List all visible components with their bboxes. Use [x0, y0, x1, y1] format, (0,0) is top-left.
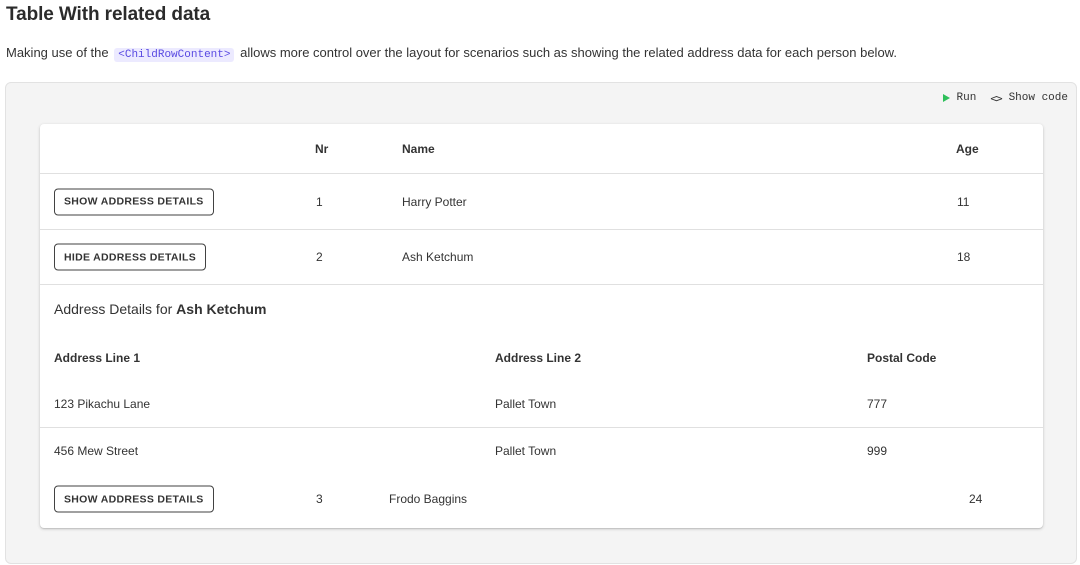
intro-code: <ChildRowContent> [114, 48, 235, 62]
cell-age: 24 [969, 492, 983, 506]
address-details-panel: Address Details for Ash Ketchum Address … [40, 285, 1043, 527]
show-address-details-button[interactable]: SHOW ADDRESS DETAILS [54, 485, 214, 513]
address-details-title: Address Details for Ash Ketchum [54, 301, 266, 317]
code-icon: <> [990, 91, 1002, 105]
address-details-person: Ash Ketchum [176, 301, 267, 317]
cell-nr: 2 [316, 250, 323, 264]
show-address-details-button[interactable]: SHOW ADDRESS DETAILS [54, 188, 214, 215]
cell-age: 11 [957, 194, 970, 209]
show-code-label: Show code [1008, 92, 1068, 104]
header-age: Age [956, 141, 979, 156]
table-row: SHOW ADDRESS DETAILS 1 Harry Potter 11 [40, 174, 1043, 230]
table-row: SHOW ADDRESS DETAILS 3 Frodo Baggins 24 [40, 473, 1043, 525]
table-header-row: Nr Name Age [40, 124, 1043, 174]
intro-before: Making use of the [6, 45, 109, 60]
address-header-row: Address Line 1 Address Line 2 Postal Cod… [40, 335, 1043, 381]
intro-text: Making use of the <ChildRowContent> allo… [6, 45, 1076, 62]
header-address-line-2: Address Line 2 [495, 351, 582, 365]
header-name: Name [402, 141, 435, 156]
address-row: 123 Pikachu Lane Pallet Town 777 [40, 381, 1043, 428]
cell-nr: 1 [316, 194, 323, 209]
cell-name: Harry Potter [402, 194, 467, 209]
header-postal-code: Postal Code [867, 351, 937, 365]
address-details-prefix: Address Details for [54, 301, 173, 317]
cell-nr: 3 [316, 492, 323, 506]
people-table: Nr Name Age SHOW ADDRESS DETAILS 1 Harry… [40, 124, 1043, 528]
cell-name: Ash Ketchum [402, 250, 474, 264]
table-row: HIDE ADDRESS DETAILS 2 Ash Ketchum 18 [40, 230, 1043, 285]
cell-address-line-1: 456 Mew Street [54, 443, 139, 458]
run-button[interactable]: Run [942, 92, 977, 104]
example-toolbar: Run <> Show code [942, 91, 1068, 105]
run-label: Run [956, 92, 977, 104]
cell-postal-code: 777 [867, 397, 888, 411]
header-nr: Nr [315, 141, 329, 156]
cell-postal-code: 999 [867, 443, 888, 458]
address-row: 456 Mew Street Pallet Town 999 [40, 428, 1043, 473]
show-code-button[interactable]: <> Show code [990, 92, 1068, 105]
cell-address-line-2: Pallet Town [495, 443, 557, 458]
section-title: Table With related data [6, 4, 211, 25]
cell-age: 18 [957, 250, 971, 264]
play-icon [942, 94, 950, 102]
header-address-line-1: Address Line 1 [54, 351, 141, 365]
intro-after: allows more control over the layout for … [240, 45, 897, 60]
cell-address-line-1: 123 Pikachu Lane [54, 397, 151, 411]
cell-name: Frodo Baggins [389, 492, 468, 506]
example-container: Run <> Show code Nr Name Age SHOW ADDRES… [5, 82, 1077, 564]
cell-address-line-2: Pallet Town [495, 397, 557, 411]
hide-address-details-button[interactable]: HIDE ADDRESS DETAILS [54, 243, 207, 271]
